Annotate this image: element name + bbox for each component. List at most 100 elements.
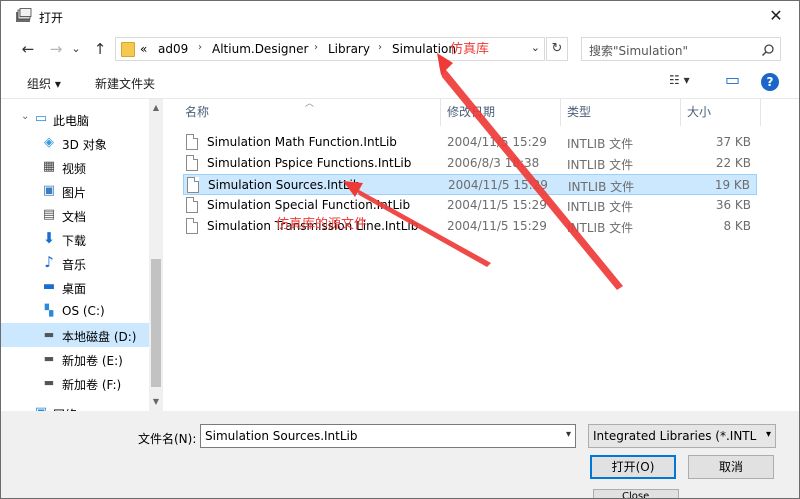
sidebar-item-downloads[interactable]: ⬇ 下载 [1, 227, 149, 251]
breadcrumb-library[interactable]: Library [328, 42, 370, 56]
filename-input[interactable]: Simulation Sources.IntLib ▾ [200, 424, 576, 448]
sidebar-item-label: 新加卷 (E:) [62, 354, 123, 368]
chevron-down-icon[interactable]: ▾ [766, 429, 771, 440]
file-type-filter-value: Integrated Libraries (*.INTLIB [593, 429, 757, 443]
breadcrumb-separator-icon[interactable]: › [198, 42, 202, 53]
file-row[interactable]: Simulation Special Function.IntLib 2004/… [183, 195, 757, 216]
drive-icon: ▬ [43, 328, 55, 341]
forward-arrow-icon[interactable]: → [45, 39, 67, 59]
document-icon: ▤ [42, 207, 56, 222]
computer-icon: ▭ [34, 111, 48, 126]
file-icon [186, 197, 198, 213]
scroll-down-icon[interactable]: ▼ [149, 397, 163, 406]
close-icon[interactable]: ✕ [759, 1, 793, 31]
file-date: 2004/11/5 15:29 [448, 178, 548, 192]
app-icon [16, 8, 32, 22]
sidebar-item-label: OS (C:) [62, 304, 105, 318]
search-input[interactable]: 搜索"Simulation" [581, 37, 781, 61]
file-icon [186, 155, 198, 171]
file-icon [186, 218, 198, 234]
sidebar-item-label: 图片 [62, 186, 87, 200]
column-header-date[interactable]: 修改日期 [439, 99, 561, 126]
sidebar-item-desktop[interactable]: ▬ 桌面 [1, 275, 149, 299]
sidebar-item-documents[interactable]: ▤ 文档 [1, 203, 149, 227]
file-icon [187, 177, 199, 193]
picture-icon: ▣ [42, 183, 56, 198]
sidebar-item-volume-e[interactable]: ▬ 新加卷 (E:) [1, 347, 149, 371]
cube-icon: ◈ [44, 135, 54, 150]
back-arrow-icon[interactable]: ← [17, 39, 39, 59]
breadcrumb-overflow[interactable]: « [140, 42, 147, 56]
column-header-type[interactable]: 类型 [559, 99, 681, 126]
column-header-name[interactable]: 名称 [177, 99, 441, 126]
sidebar-item-label: 本地磁盘 (D:) [62, 330, 137, 344]
dialog-footer: 文件名(N): Simulation Sources.IntLib ▾ Inte… [1, 411, 799, 498]
breadcrumb-ad09[interactable]: ad09 [158, 42, 188, 56]
sidebar-item-network[interactable]: ▣ 网络 [1, 403, 149, 411]
up-arrow-icon[interactable]: ↑ [89, 39, 111, 59]
background-close-button: Close [593, 489, 679, 498]
cancel-button[interactable]: 取消 [688, 455, 774, 479]
sidebar-item-label: 文档 [62, 210, 87, 224]
address-dropdown-icon[interactable]: ⌄ [531, 41, 540, 54]
sidebar-item-pictures[interactable]: ▣ 图片 [1, 179, 149, 203]
sidebar-scrollbar[interactable]: ▲ ▼ [149, 99, 163, 411]
recent-locations-chevron-icon[interactable]: ⌄ [69, 39, 83, 59]
sidebar-item-this-pc[interactable]: ⌄ ▭ 此电脑 [1, 107, 149, 131]
file-date: 2004/11/5 15:29 [447, 198, 547, 212]
window-title: 打开 [39, 11, 64, 25]
search-icon[interactable] [761, 43, 775, 57]
navigation-bar: ← → ⌄ ↑ « ad09 › Altium.Designer › Libra… [1, 33, 799, 65]
file-size: 8 KB [723, 219, 751, 233]
preview-pane-icon[interactable]: ▭ [725, 70, 740, 89]
view-options-icon[interactable]: ☷ ▾ [669, 73, 690, 87]
scrollbar-thumb[interactable] [151, 259, 161, 387]
file-type-filter-select[interactable]: Integrated Libraries (*.INTLIB ▾ [588, 424, 776, 448]
search-placeholder: 搜索"Simulation" [589, 44, 688, 58]
file-name: Simulation Math Function.IntLib [207, 135, 397, 149]
sidebar-item-label: 下载 [62, 234, 87, 248]
sidebar-item-label: 音乐 [62, 258, 87, 272]
sidebar-item-label: 桌面 [62, 282, 87, 296]
file-type: INTLIB 文件 [567, 158, 634, 172]
file-row[interactable]: Simulation Pspice Functions.IntLib 2006/… [183, 153, 757, 174]
file-type: INTLIB 文件 [567, 221, 634, 235]
sidebar-item-label: 3D 对象 [62, 138, 107, 152]
sidebar-item-videos[interactable]: ▦ 视频 [1, 155, 149, 179]
sidebar-item-3d-objects[interactable]: ◈ 3D 对象 [1, 131, 149, 155]
drive-icon: ▬ [43, 352, 55, 365]
sidebar-item-local-disk-d[interactable]: ▬ 本地磁盘 (D:) [1, 323, 149, 347]
filename-label: 文件名(N): [138, 432, 197, 446]
open-button[interactable]: 打开(O) [590, 455, 676, 479]
expand-chevron-icon[interactable]: ⌄ [21, 111, 29, 122]
file-list: ︿ 名称 修改日期 类型 大小 Simulation Math Function… [163, 99, 799, 411]
breadcrumb-separator-icon[interactable]: › [378, 42, 382, 53]
chevron-down-icon[interactable]: ▾ [566, 429, 571, 440]
command-bar: 组织 ▾ 新建文件夹 ☷ ▾ ▭ ? [1, 65, 799, 99]
download-icon: ⬇ [42, 229, 56, 247]
new-folder-button[interactable]: 新建文件夹 [95, 75, 155, 92]
file-type: INTLIB 文件 [567, 137, 634, 151]
sidebar-item-os-c[interactable]: ▚ OS (C:) [1, 299, 149, 323]
file-name: Simulation Sources.IntLib [208, 178, 361, 192]
file-name: Simulation Special Function.IntLib [207, 198, 411, 212]
file-date: 2004/11/5 15:29 [447, 135, 547, 149]
annotation-simulation-library: 仿真库 [450, 42, 490, 57]
sidebar-item-volume-f[interactable]: ▬ 新加卷 (F:) [1, 371, 149, 395]
refresh-icon[interactable]: ↻ [546, 37, 568, 61]
file-size: 22 KB [715, 156, 751, 170]
sidebar-item-label: 此电脑 [53, 114, 90, 128]
column-header-size[interactable]: 大小 [679, 99, 761, 126]
file-row[interactable]: Simulation Transmission Line.IntLib 2004… [183, 216, 757, 237]
file-row-selected[interactable]: Simulation Sources.IntLib 2004/11/5 15:2… [183, 174, 757, 195]
sidebar-item-music[interactable]: ♪ 音乐 [1, 251, 149, 275]
breadcrumb-simulation[interactable]: Simulation [392, 42, 456, 56]
breadcrumb-separator-icon[interactable]: › [314, 42, 318, 53]
title-bar: 打开 ✕ [1, 1, 799, 33]
scroll-up-icon[interactable]: ▲ [149, 103, 163, 112]
help-icon[interactable]: ? [761, 73, 779, 91]
breadcrumb-altium-designer[interactable]: Altium.Designer [212, 42, 308, 56]
file-row[interactable]: Simulation Math Function.IntLib 2004/11/… [183, 132, 757, 153]
file-date: 2006/8/3 18:38 [447, 156, 540, 170]
organize-menu-button[interactable]: 组织 ▾ [27, 75, 61, 92]
